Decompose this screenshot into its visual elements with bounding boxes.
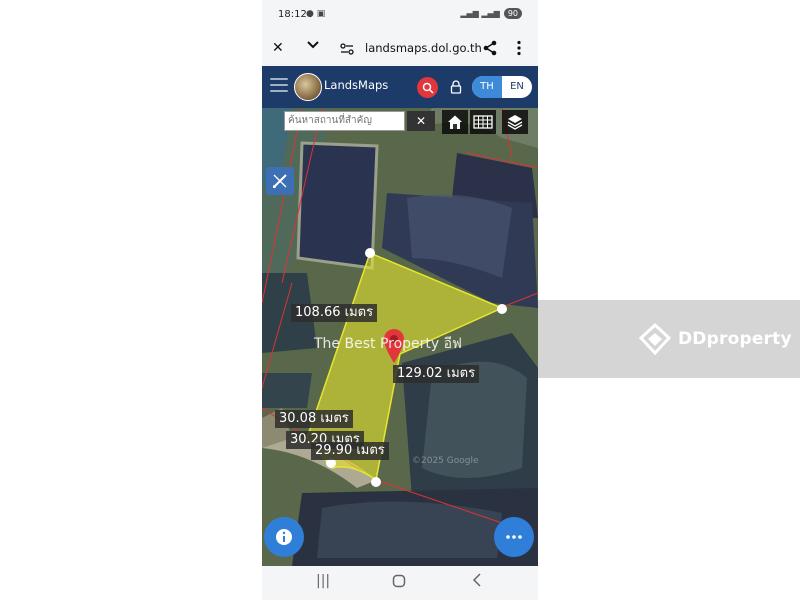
lang-th-button[interactable]: TH [472,76,502,98]
language-toggle: TH EN [472,76,532,98]
status-bar: 18:12 ● ▣ ▂▄▆ ▂▄▆ 90 [262,0,538,32]
share-icon[interactable] [482,40,498,62]
measurement-label: 108.66 เมตร [291,304,378,322]
search-icon[interactable] [417,77,438,98]
app-title: LandsMaps [324,78,389,92]
chevron-down-icon[interactable] [306,38,320,58]
signal-icon: ▂▄▆ ▂▄▆ [460,9,500,18]
app-logo [294,73,322,101]
measurement-label: 29.90 เมตร [311,442,389,460]
recent-apps-icon[interactable]: ||| [316,573,330,589]
more-vert-icon[interactable] [516,40,522,62]
status-right: ▂▄▆ ▂▄▆ 90 [460,8,522,19]
map-attribution: ©2025 Google [412,456,479,466]
layers-icon[interactable] [502,110,528,134]
measure-icon[interactable] [266,167,294,195]
info-icon[interactable] [264,517,304,557]
status-time: 18:12 [278,9,307,20]
lang-en-button[interactable]: EN [502,76,532,98]
app-header: LandsMaps TH EN [262,66,538,108]
measurement-label: 129.02 เมตร [393,365,480,383]
home-nav-icon[interactable] [392,574,406,592]
measurement-label: 30.08 เมตร [275,410,353,428]
phone-screen: 18:12 ● ▣ ▂▄▆ ▂▄▆ 90 ✕ landsmaps.dol.go.… [262,0,538,600]
watermark-banner: DDproperty [538,300,800,378]
map-view[interactable]: ✕ 108.66 เมตร 129.02 เมตร 30.08 เมตร 30.… [262,108,538,566]
battery-icon: 90 [503,8,522,19]
ddproperty-logo-icon [638,322,672,356]
site-settings-icon[interactable] [340,41,354,61]
more-horiz-icon[interactable] [494,517,534,557]
system-nav-bar: ||| [262,566,538,600]
menu-icon[interactable] [270,78,288,96]
lock-icon[interactable] [450,79,464,95]
watermark-text: The Best Property อีฟ [314,336,462,352]
notification-icons: ● ▣ [306,9,326,19]
back-icon[interactable] [472,573,482,591]
grid-icon[interactable] [470,110,496,134]
close-icon[interactable]: ✕ [272,38,284,58]
clear-search-button[interactable]: ✕ [407,111,435,131]
browser-toolbar: ✕ landsmaps.dol.go.th [262,32,538,66]
watermark-brand: DDproperty [678,329,792,349]
url-text[interactable]: landsmaps.dol.go.th [365,39,482,57]
home-icon[interactable] [442,110,468,134]
place-search-input[interactable] [284,111,405,131]
